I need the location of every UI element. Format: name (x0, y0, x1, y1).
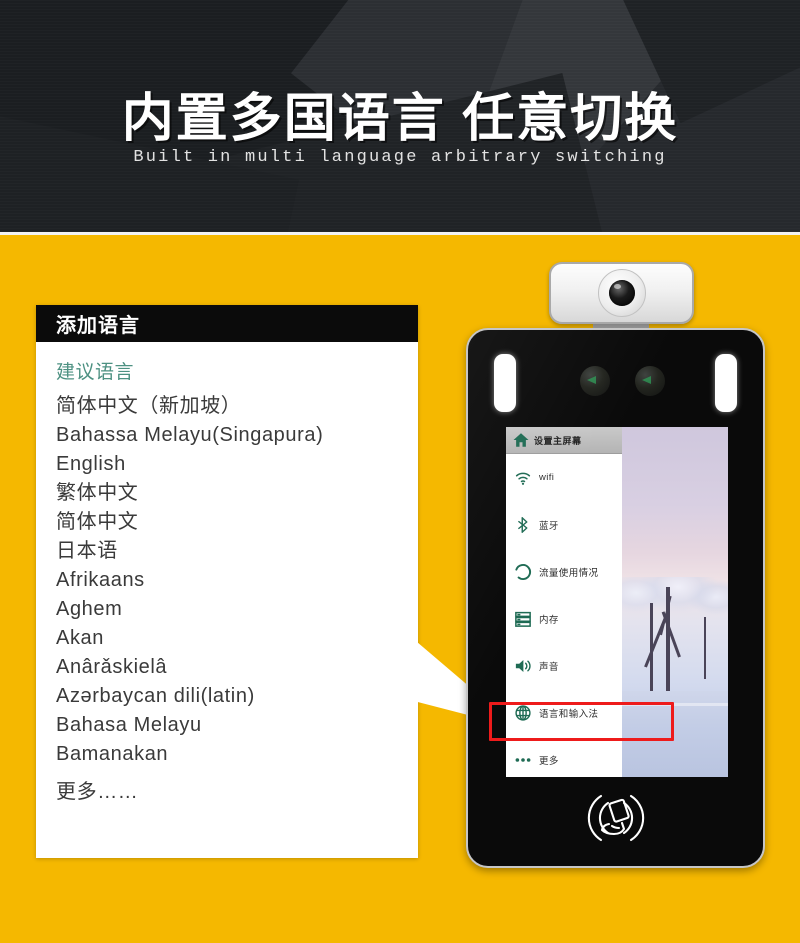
menu-item-storage[interactable]: 内存 (506, 595, 622, 642)
add-language-title: 添加语言 (56, 315, 140, 337)
menu-item-data-usage[interactable]: 流量使用情况 (506, 548, 622, 595)
menu-item-label: wifi (539, 472, 555, 483)
camera-sensor-right (635, 366, 665, 396)
menu-item-label: 蓝牙 (539, 520, 559, 532)
list-item[interactable]: Afrikaans (56, 566, 418, 595)
page-title: 内置多国语言 任意切换 (121, 90, 679, 148)
led-light-panel-right (715, 354, 737, 412)
camera-sensor-left (580, 366, 610, 396)
more-dots-icon (515, 757, 531, 762)
bluetooth-icon (518, 516, 528, 533)
list-item[interactable]: English (56, 450, 418, 479)
suggested-languages-label: 建议语言 (56, 362, 135, 383)
list-item[interactable]: 繁体中文 (56, 479, 418, 508)
nfc-card-swipe-icon (587, 794, 644, 842)
menu-item-bluetooth[interactable]: 蓝牙 (506, 501, 622, 548)
list-item[interactable]: Anârǎskielâ (56, 653, 418, 682)
list-item[interactable]: Bamanakan (56, 740, 418, 769)
camera-module (549, 262, 694, 324)
header-banner: 内置多国语言 任意切换 Built in multi language arbi… (0, 0, 800, 232)
list-item[interactable]: 简体中文（新加坡） (56, 392, 418, 421)
storage-icon (515, 611, 531, 627)
promo-page: 内置多国语言 任意切换 Built in multi language arbi… (0, 0, 800, 943)
menu-item-label: 更多 (539, 755, 559, 767)
home-icon (513, 433, 529, 447)
page-subtitle: Built in multi language arbitrary switch… (133, 148, 667, 167)
settings-menu-title: 设置主屏幕 (534, 435, 582, 446)
add-language-header: 添加语言 (36, 305, 418, 342)
menu-item-wifi[interactable]: wifi (506, 454, 622, 501)
menu-item-label: 流量使用情况 (539, 567, 599, 579)
language-list: 建议语言 简体中文（新加坡） Bahassa Melayu(Singapura)… (36, 342, 418, 807)
camera-lens-icon (608, 280, 635, 306)
list-item[interactable]: Akan (56, 624, 418, 653)
list-item[interactable]: Bahassa Melayu(Singapura) (56, 421, 418, 450)
more-languages-label[interactable]: 更多…… (56, 769, 418, 807)
add-language-panel: 添加语言 建议语言 简体中文（新加坡） Bahassa Melayu(Singa… (36, 305, 418, 858)
list-item[interactable]: Aghem (56, 595, 418, 624)
data-usage-icon (514, 563, 531, 580)
highlight-box-language-input (489, 702, 674, 741)
sound-icon (515, 659, 531, 672)
menu-item-label: 声音 (539, 661, 559, 673)
list-item[interactable]: Azərbaycan dili(latin) (56, 682, 418, 711)
settings-menu-header: 设置主屏幕 (506, 427, 622, 454)
list-item[interactable]: 日本语 (56, 537, 418, 566)
menu-item-more[interactable]: 更多 (506, 736, 622, 777)
menu-item-label: 内存 (539, 614, 559, 626)
face-recognition-terminal: 设置主屏幕 wifi 蓝牙 流量使用情况 内存 声音 语言和输入法 更多 (466, 328, 765, 868)
wallpaper-trunk (704, 617, 706, 679)
led-light-panel-left (494, 354, 516, 412)
camera-ring (597, 269, 646, 317)
list-item[interactable]: 简体中文 (56, 508, 418, 537)
list-item[interactable]: Bahasa Melayu (56, 711, 418, 740)
wifi-icon (515, 472, 531, 485)
menu-item-sound[interactable]: 声音 (506, 642, 622, 689)
